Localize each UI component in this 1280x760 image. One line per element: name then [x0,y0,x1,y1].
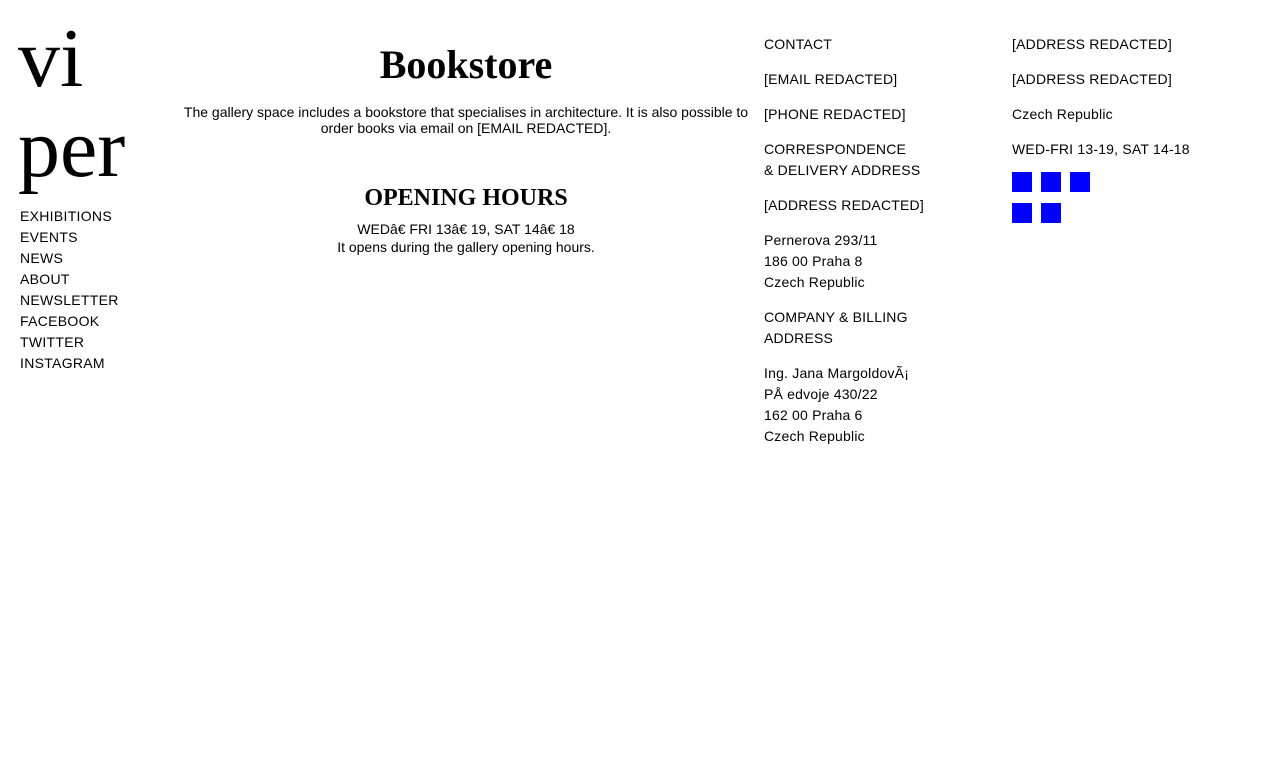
social-icon[interactable] [1012,172,1032,192]
billing-heading-line-2: ADDRESS [764,330,834,346]
address-column: [ADDRESS REDACTED] [ADDRESS REDACTED] Cz… [1012,34,1262,223]
delivery-city: 186 00 Praha 8 [764,253,863,269]
social-icon[interactable] [1070,172,1090,192]
address-line-1: [ADDRESS REDACTED] [1012,36,1172,52]
main-content: Bookstore The gallery space includes a b… [182,40,750,256]
billing-country: Czech Republic [764,428,865,444]
address-country: Czech Republic [1012,106,1113,122]
billing-street: PÅ edvoje 430/22 [764,386,878,402]
nav-item-news[interactable]: NEWS [20,248,119,269]
nav-item-twitter[interactable]: TWITTER [20,332,119,353]
contact-column: CONTACT [EMAIL REDACTED] [PHONE REDACTED… [764,34,994,461]
contact-email[interactable]: [EMAIL REDACTED] [764,69,994,90]
contact-phone[interactable]: [PHONE REDACTED] [764,104,994,125]
social-icon[interactable] [1012,203,1032,223]
nav-item-instagram[interactable]: INSTAGRAM [20,353,119,374]
delivery-country: Czech Republic [764,274,865,290]
address-line-2: [ADDRESS REDACTED] [1012,71,1172,87]
social-icon[interactable] [1041,172,1061,192]
billing-name: Ing. Jana MargoldovÃ¡ [764,365,910,381]
opening-hours-note: It opens during the gallery opening hour… [337,239,595,255]
nav-item-newsletter[interactable]: NEWSLETTER [20,290,119,311]
logo-line-1: vi [18,12,84,105]
correspondence-heading-line-1: CORRESPONDENCE [764,141,907,157]
billing-city: 162 00 Praha 6 [764,407,863,423]
delivery-address: Pernerova 293/11 186 00 Praha 8 Czech Re… [764,230,994,293]
page-title: Bookstore [379,42,553,87]
social-links [1012,172,1262,223]
correspondence-address: [ADDRESS REDACTED] [764,197,924,213]
billing-heading-line-1: COMPANY & BILLING [764,309,908,325]
nav-item-exhibitions[interactable]: EXHIBITIONS [20,206,119,227]
site-logo[interactable]: vi per [18,14,125,194]
bookstore-description: The gallery space includes a bookstore t… [183,104,749,136]
opening-hours-text: WEDâ€ FRI 13â€ 19, SAT 14â€ 18 [357,221,575,237]
nav-item-events[interactable]: EVENTS [20,227,119,248]
contact-heading: CONTACT [764,36,833,52]
correspondence-heading: CORRESPONDENCE & DELIVERY ADDRESS [764,139,994,181]
billing-heading: COMPANY & BILLING ADDRESS [764,307,994,349]
billing-address: Ing. Jana MargoldovÃ¡ PÅ edvoje 430/22 1… [764,363,994,447]
main-nav: EXHIBITIONS EVENTS NEWS ABOUT NEWSLETTER… [20,206,119,374]
delivery-street: Pernerova 293/11 [764,232,878,248]
nav-item-facebook[interactable]: FACEBOOK [20,311,119,332]
logo-line-2: per [18,102,126,195]
nav-item-about[interactable]: ABOUT [20,269,119,290]
address-hours: WED-FRI 13-19, SAT 14-18 [1012,141,1190,157]
correspondence-heading-line-2: & DELIVERY ADDRESS [764,162,921,178]
social-icon[interactable] [1041,203,1061,223]
opening-hours-heading: OPENING HOURS [364,185,568,211]
